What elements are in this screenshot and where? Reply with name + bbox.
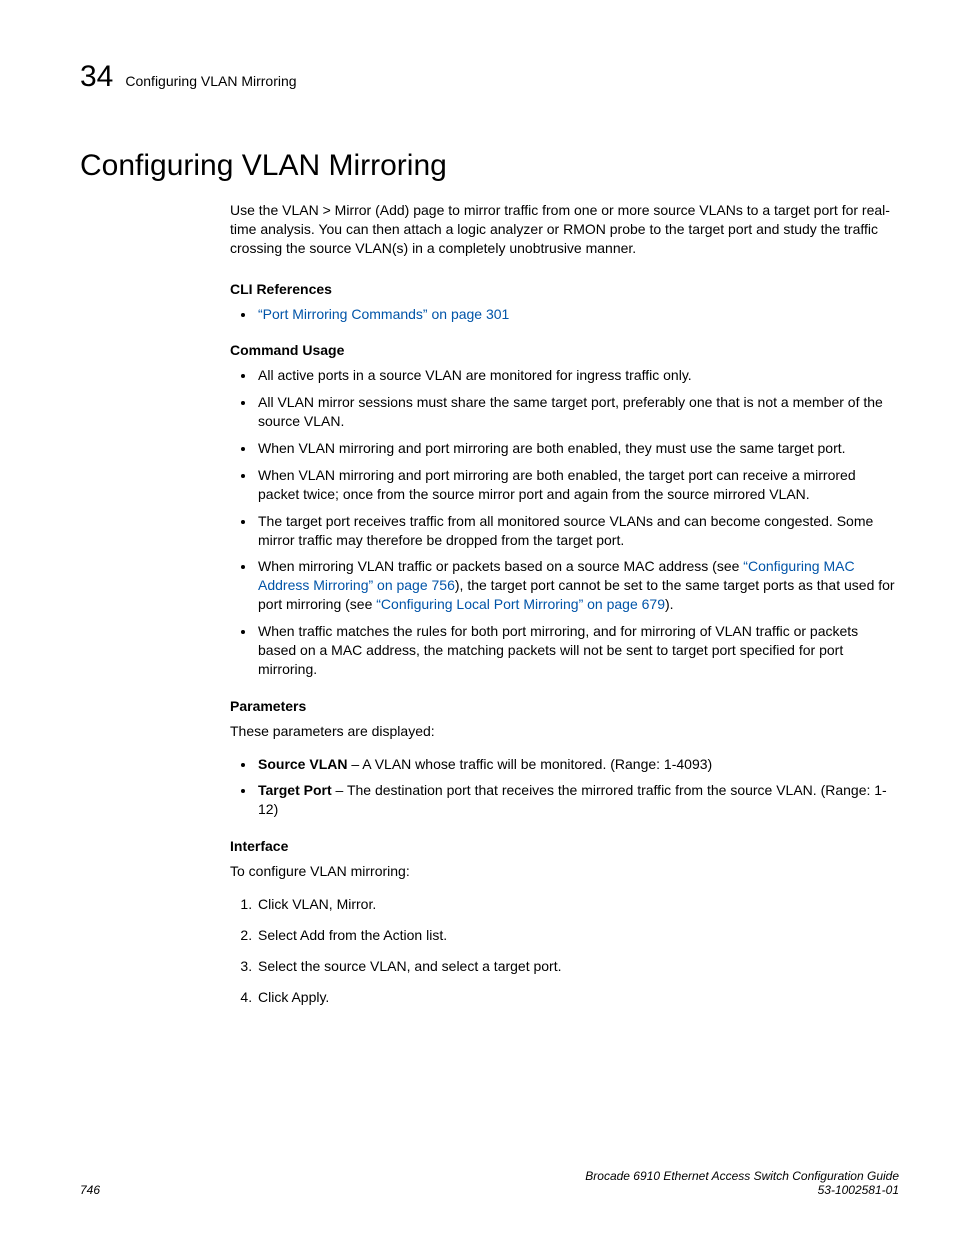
list-item: When VLAN mirroring and port mirroring a… <box>256 439 899 458</box>
list-item: Source VLAN – A VLAN whose traffic will … <box>256 755 899 774</box>
page-header: 34 Configuring VLAN Mirroring <box>80 60 899 94</box>
list-item: When VLAN mirroring and port mirroring a… <box>256 466 899 504</box>
param-name: Source VLAN <box>258 756 347 772</box>
interface-intro: To configure VLAN mirroring: <box>230 862 899 881</box>
local-port-mirroring-link[interactable]: “Configuring Local Port Mirroring” on pa… <box>376 596 665 612</box>
list-item: “Port Mirroring Commands” on page 301 <box>256 305 899 324</box>
list-item: Select the source VLAN, and select a tar… <box>256 957 899 976</box>
chapter-number: 34 <box>80 60 113 94</box>
list-item: The target port receives traffic from al… <box>256 512 899 550</box>
param-desc: – The destination port that receives the… <box>258 782 887 817</box>
parameters-list: Source VLAN – A VLAN whose traffic will … <box>230 755 899 820</box>
page-number: 746 <box>80 1183 100 1197</box>
page-title: Configuring VLAN Mirroring <box>80 149 899 183</box>
command-usage-label: Command Usage <box>230 341 899 360</box>
footer-right: Brocade 6910 Ethernet Access Switch Conf… <box>585 1169 899 1197</box>
text-span: When mirroring VLAN traffic or packets b… <box>258 558 743 574</box>
command-usage-list: All active ports in a source VLAN are mo… <box>230 366 899 678</box>
list-item: When traffic matches the rules for both … <box>256 622 899 679</box>
cli-references-list: “Port Mirroring Commands” on page 301 <box>230 305 899 324</box>
list-item: All active ports in a source VLAN are mo… <box>256 366 899 385</box>
interface-steps: Click VLAN, Mirror. Select Add from the … <box>230 895 899 1007</box>
parameters-label: Parameters <box>230 697 899 716</box>
page-content: 34 Configuring VLAN Mirroring Configurin… <box>0 0 954 1235</box>
intro-paragraph: Use the VLAN > Mirror (Add) page to mirr… <box>230 201 899 258</box>
cli-references-label: CLI References <box>230 280 899 299</box>
text-span: ). <box>665 596 674 612</box>
running-title: Configuring VLAN Mirroring <box>125 73 296 89</box>
param-name: Target Port <box>258 782 332 798</box>
body: Use the VLAN > Mirror (Add) page to mirr… <box>230 201 899 1007</box>
list-item: Click Apply. <box>256 988 899 1007</box>
parameters-intro: These parameters are displayed: <box>230 722 899 741</box>
page-footer: 746 Brocade 6910 Ethernet Access Switch … <box>80 1169 899 1197</box>
list-item: All VLAN mirror sessions must share the … <box>256 393 899 431</box>
list-item: When mirroring VLAN traffic or packets b… <box>256 557 899 614</box>
list-item: Target Port – The destination port that … <box>256 781 899 819</box>
list-item: Select Add from the Action list. <box>256 926 899 945</box>
doc-number: 53-1002581-01 <box>585 1183 899 1197</box>
param-desc: – A VLAN whose traffic will be monitored… <box>347 756 712 772</box>
cli-ref-link[interactable]: “Port Mirroring Commands” on page 301 <box>258 306 509 322</box>
interface-label: Interface <box>230 837 899 856</box>
list-item: Click VLAN, Mirror. <box>256 895 899 914</box>
book-title: Brocade 6910 Ethernet Access Switch Conf… <box>585 1169 899 1183</box>
